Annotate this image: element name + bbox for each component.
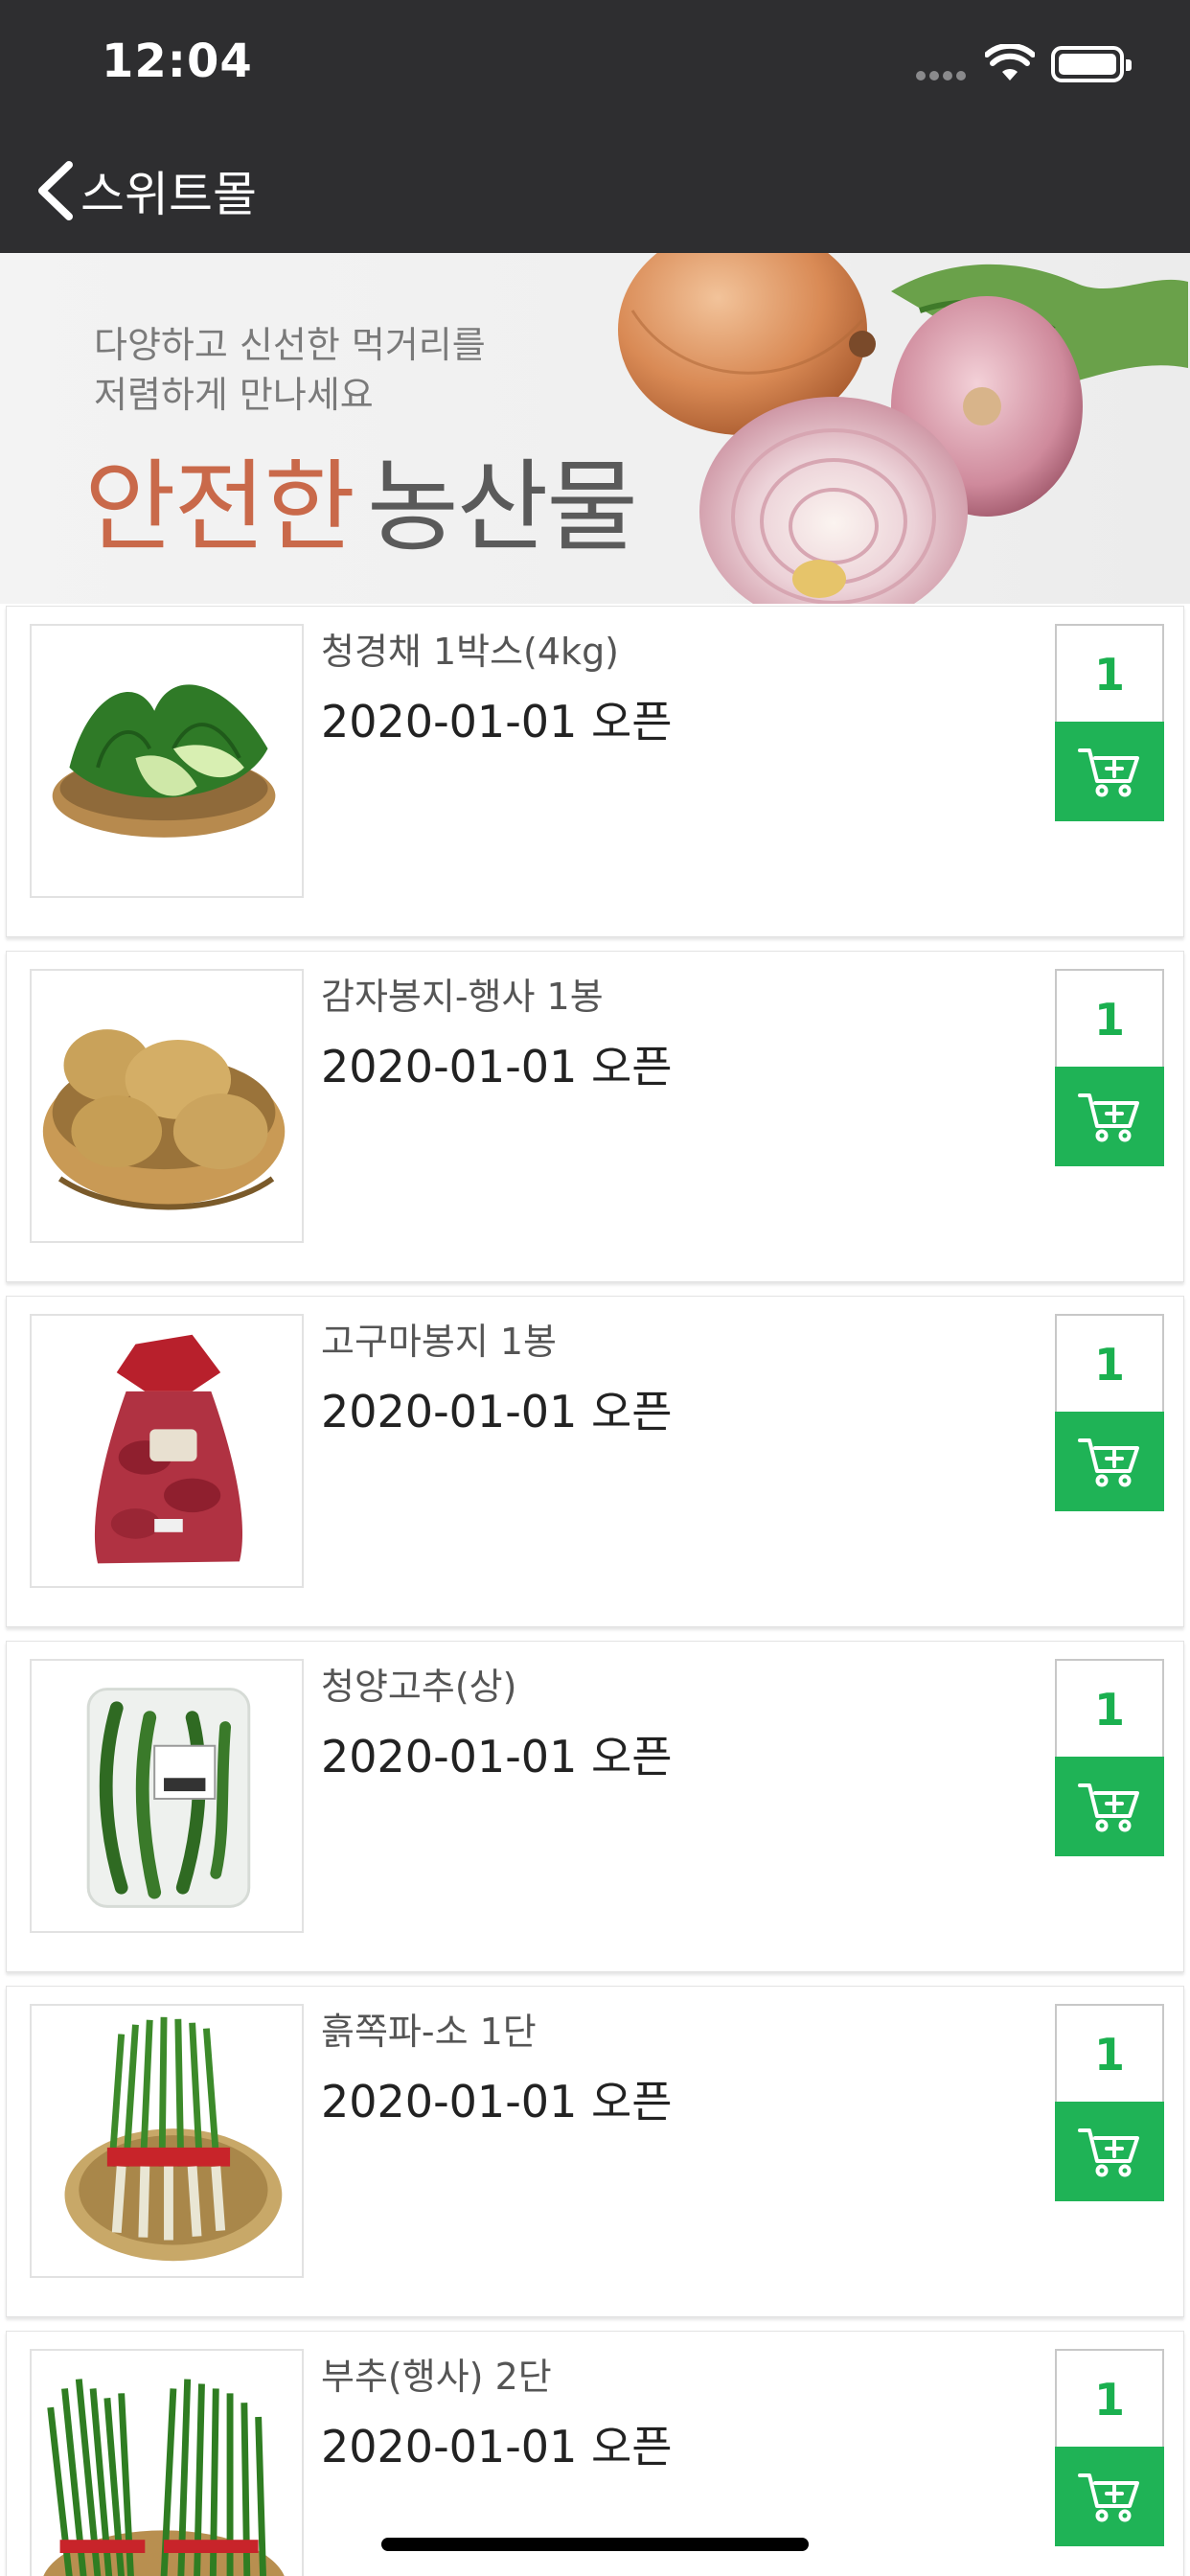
banner-title-accent: 안전한: [84, 448, 355, 565]
product-image[interactable]: [30, 624, 304, 898]
product-image[interactable]: [30, 1314, 304, 1588]
product-card[interactable]: 청경채 1박스(4kg) 2020-01-01 오픈 1: [6, 606, 1184, 937]
wifi-icon: [985, 44, 1035, 80]
product-name: 청양고추(상): [321, 1666, 517, 1708]
product-name: 감자봉지-행사 1봉: [321, 976, 604, 1018]
nav-title: 스위트몰: [80, 167, 257, 222]
chevron-left-icon: [38, 161, 73, 220]
product-image[interactable]: [30, 2004, 304, 2278]
product-name: 고구마봉지 1봉: [321, 1321, 558, 1363]
potatoes-image: [42, 1029, 286, 1210]
product-card[interactable]: 고구마봉지 1봉 2020-01-01 오픈 1: [6, 1296, 1184, 1627]
promo-banner[interactable]: 다양하고 신선한 먹거리를 저렴하게 만나세요 안전한 농산물: [0, 253, 1190, 604]
banner-subtitle-line2: 저렴하게 만나세요: [94, 374, 374, 416]
back-button[interactable]: 스위트몰: [33, 157, 257, 224]
quantity-field[interactable]: 1: [1055, 1659, 1164, 1759]
quantity-field[interactable]: 1: [1055, 624, 1164, 724]
status-time: 12:04: [102, 34, 253, 88]
product-open-date: 2020-01-01 오픈: [321, 1041, 673, 1092]
product-card[interactable]: 청양고추(상) 2020-01-01 오픈 1: [6, 1641, 1184, 1972]
add-to-cart-button[interactable]: [1055, 722, 1164, 821]
product-name: 부추(행사) 2단: [321, 2356, 552, 2398]
product-card[interactable]: 흙쪽파-소 1단 2020-01-01 오픈 1: [6, 1986, 1184, 2317]
home-indicator[interactable]: [381, 2538, 809, 2551]
quantity-field[interactable]: 1: [1055, 969, 1164, 1069]
add-to-cart-icon: [1078, 1438, 1139, 1487]
product-open-date: 2020-01-01 오픈: [321, 1386, 673, 1438]
quantity-field[interactable]: 1: [1055, 2004, 1164, 2104]
add-to-cart-button[interactable]: [1055, 2447, 1164, 2546]
sweet-potato-bag-image: [94, 1334, 243, 1564]
add-to-cart-icon: [1078, 2473, 1139, 2522]
banner-subtitle-line1: 다양하고 신선한 먹거리를: [94, 324, 486, 366]
product-name: 청경채 1박스(4kg): [321, 631, 620, 673]
product-name: 흙쪽파-소 1단: [321, 2011, 537, 2053]
product-open-date: 2020-01-01 오픈: [321, 2076, 673, 2128]
product-open-date: 2020-01-01 오픈: [321, 2421, 673, 2472]
green-chili-pack-image: [86, 1688, 251, 1908]
add-to-cart-icon: [1078, 2128, 1139, 2177]
product-image[interactable]: [30, 2349, 304, 2576]
product-card[interactable]: 감자봉지-행사 1봉 2020-01-01 오픈 1: [6, 951, 1184, 1282]
banner-subtitle: 다양하고 신선한 먹거리를 저렴하게 만나세요: [94, 320, 486, 420]
add-to-cart-icon: [1078, 1093, 1139, 1142]
navigation-bar: 스위트몰: [0, 128, 1190, 253]
green-onion-image: [64, 2016, 283, 2262]
onion-illustration: [618, 253, 1188, 604]
bok-choy-image: [52, 684, 276, 838]
signal-icon: [916, 71, 970, 80]
product-image[interactable]: [30, 1659, 304, 1933]
status-bar: 12:04: [0, 0, 1190, 128]
chives-image: [43, 2379, 285, 2576]
add-to-cart-button[interactable]: [1055, 1412, 1164, 1511]
banner-title: 안전한 농산물: [84, 426, 638, 570]
quantity-field[interactable]: 1: [1055, 2349, 1164, 2449]
product-open-date: 2020-01-01 오픈: [321, 1731, 673, 1782]
add-to-cart-button[interactable]: [1055, 1757, 1164, 1856]
product-open-date: 2020-01-01 오픈: [321, 696, 673, 748]
add-to-cart-icon: [1078, 748, 1139, 797]
add-to-cart-icon: [1078, 1783, 1139, 1832]
product-image[interactable]: [30, 969, 304, 1243]
quantity-field[interactable]: 1: [1055, 1314, 1164, 1414]
add-to-cart-button[interactable]: [1055, 2102, 1164, 2201]
battery-icon: [1051, 46, 1132, 82]
add-to-cart-button[interactable]: [1055, 1067, 1164, 1166]
